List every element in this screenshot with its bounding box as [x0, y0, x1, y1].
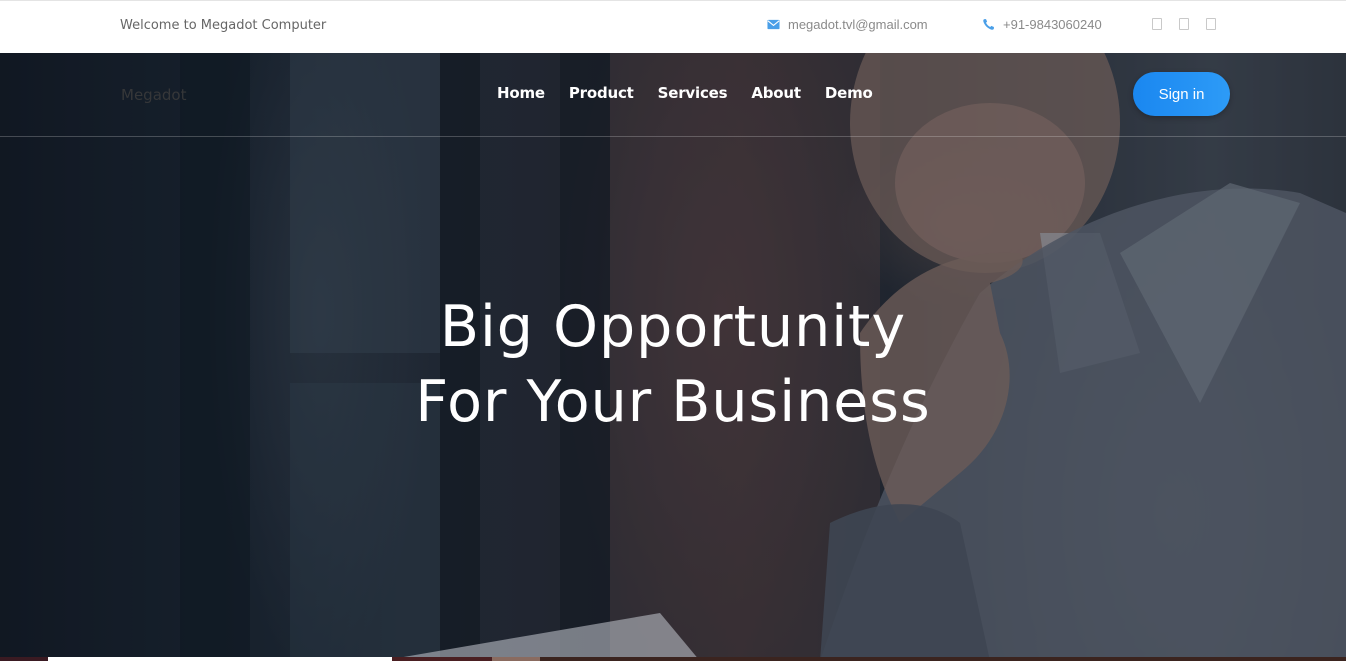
phone-icon [983, 19, 994, 30]
nav-item-product[interactable]: Product [569, 84, 634, 102]
phone-text[interactable]: +91-9843060240 [1003, 17, 1102, 32]
nav-item-services[interactable]: Services [658, 84, 728, 102]
email-text[interactable]: megadot.tvl@gmail.com [788, 17, 928, 32]
next-section-edge [0, 657, 1346, 661]
phone-contact[interactable]: +91-9843060240 [982, 17, 1102, 32]
email-contact[interactable]: megadot.tvl@gmail.com [767, 17, 928, 32]
envelope-icon [767, 19, 780, 30]
sign-in-button[interactable]: Sign in [1133, 72, 1230, 116]
social-links [1152, 18, 1216, 30]
nav-item-about[interactable]: About [751, 84, 801, 102]
hero-section: Megadot Home Product Services About Demo… [0, 53, 1346, 661]
welcome-text: Welcome to Megadot Computer [120, 18, 327, 33]
facebook-icon[interactable] [1152, 18, 1162, 30]
main-menu: Home Product Services About Demo [497, 84, 873, 102]
linkedin-icon[interactable] [1206, 18, 1216, 30]
twitter-icon[interactable] [1179, 18, 1189, 30]
nav-item-demo[interactable]: Demo [825, 84, 873, 102]
nav-item-home[interactable]: Home [497, 84, 545, 102]
main-navbar: Megadot Home Product Services About Demo… [0, 53, 1346, 137]
hero-title-line-1: Big Opportunity [439, 294, 907, 360]
top-bar: Welcome to Megadot Computer megadot.tvl@… [0, 0, 1346, 53]
hero-title-line-2: For Your Business [415, 369, 931, 435]
site-logo[interactable]: Megadot [121, 86, 186, 104]
